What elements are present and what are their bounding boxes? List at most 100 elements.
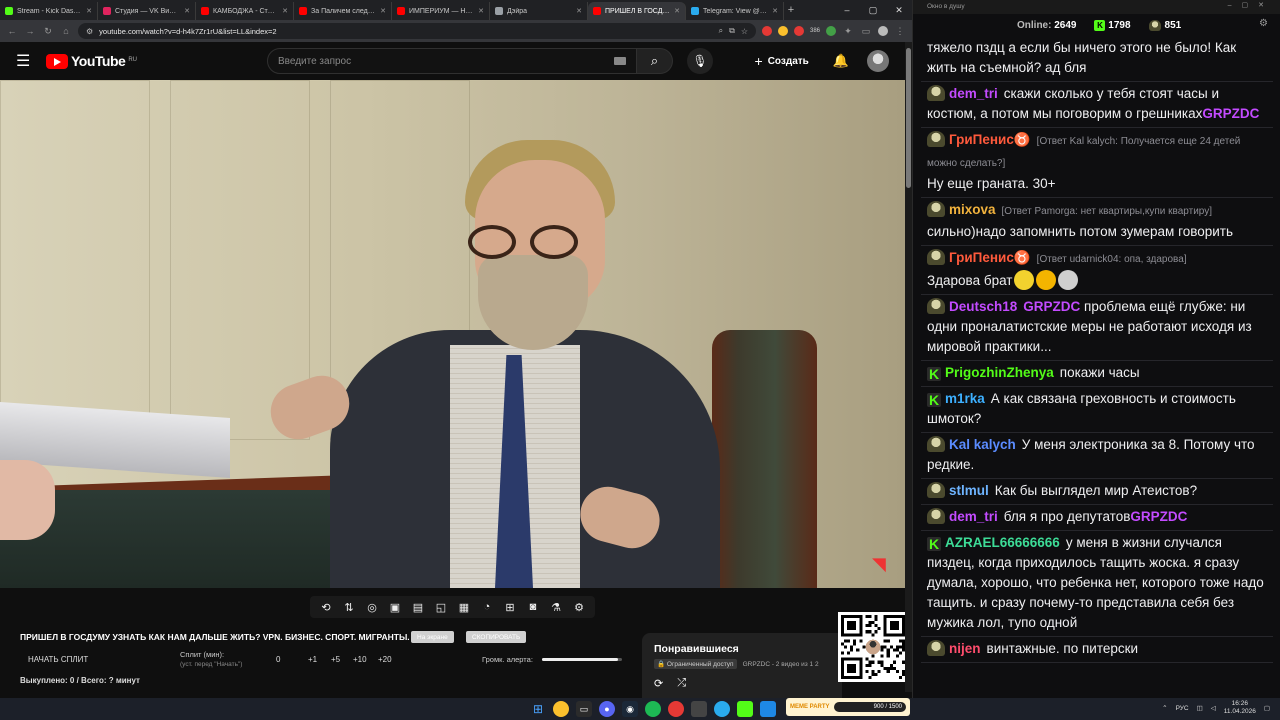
speed-gauge-icon[interactable]: ◔: [479, 601, 495, 613]
resize-icon[interactable]: ◱: [433, 601, 449, 614]
chat-username[interactable]: Kal kalych: [949, 437, 1016, 452]
home-icon[interactable]: ⌂: [60, 26, 72, 36]
chat-username[interactable]: m1rka: [945, 391, 985, 406]
new-tab-icon[interactable]: +: [784, 4, 798, 16]
watch-icon[interactable]: ▣: [387, 601, 403, 614]
browser-tab[interactable]: Telegram: View @dvorc ✕: [686, 2, 784, 20]
chat-username[interactable]: AZRAEL66666666: [945, 535, 1060, 550]
profile-icon[interactable]: [878, 26, 888, 36]
address-bar[interactable]: ⚙ youtube.com/watch?v=d-h4k7Zr1rU&list=L…: [78, 23, 756, 39]
create-button[interactable]: + Создать: [747, 48, 817, 74]
tab-close-icon[interactable]: ✕: [576, 7, 582, 15]
menu-dots-icon[interactable]: ⋮: [894, 26, 906, 37]
chat-username[interactable]: Deutsch18: [949, 299, 1017, 314]
shuffle-icon[interactable]: ⤮: [677, 677, 686, 690]
minimize-icon[interactable]: –: [834, 5, 860, 16]
bookmark-star-icon[interactable]: ☆: [741, 27, 748, 36]
search-input[interactable]: [277, 55, 614, 67]
telegram-icon[interactable]: [714, 701, 730, 717]
browser-tab[interactable]: Студия — VK Видео Live✕: [98, 2, 196, 20]
browser-tab[interactable]: Дэйра ✕: [490, 2, 588, 20]
copy-button[interactable]: СКОПИРОВАТЬ: [466, 631, 527, 643]
steam-icon[interactable]: ◉: [622, 701, 638, 717]
browser-tab[interactable]: ИМПЕРИУМ — НЕ РОЯЛЬ ✕: [392, 2, 490, 20]
browser-tab[interactable]: Stream - Kick Dashboard ✕: [0, 2, 98, 20]
keyboard-icon[interactable]: [613, 57, 626, 65]
extensions-puzzle-icon[interactable]: ✦: [842, 26, 854, 37]
kick-app-icon[interactable]: [737, 701, 753, 717]
tab-close-icon[interactable]: ✕: [478, 7, 484, 15]
chat-username[interactable]: dem_tri: [949, 509, 998, 524]
sort-icon[interactable]: ⇅: [341, 601, 357, 614]
tray-expand-icon[interactable]: ⌃: [1162, 704, 1167, 712]
browser-tab[interactable]: КАМБОДЖА - Столица ✕: [196, 2, 294, 20]
browser-tab[interactable]: ПРИШЕЛ В ГОСДУМУ ✕: [588, 2, 686, 20]
chat-settings-gear-icon[interactable]: ⚙: [1259, 18, 1268, 29]
language-indicator[interactable]: РУС: [1176, 705, 1189, 712]
back-icon[interactable]: ←: [6, 26, 18, 36]
url-text[interactable]: youtube.com/watch?v=d-h4k7Zr1rU&list=LL&…: [99, 27, 712, 36]
split-add-20[interactable]: +20: [378, 655, 392, 664]
menu-icon[interactable]: ☰: [16, 51, 36, 71]
on-screen-button[interactable]: На экране: [411, 631, 454, 643]
settings-gear-icon[interactable]: ⚙: [571, 601, 587, 614]
reload-icon[interactable]: ↻: [42, 26, 54, 37]
site-info-icon[interactable]: ⚙: [86, 27, 93, 36]
chat-username[interactable]: dem_tri: [949, 86, 998, 101]
camera-icon[interactable]: ◙: [525, 601, 541, 613]
tab-close-icon[interactable]: ✕: [86, 7, 92, 15]
avatar[interactable]: [867, 50, 889, 72]
tab-close-icon[interactable]: ✕: [282, 7, 288, 15]
file-explorer-icon[interactable]: ▭: [576, 701, 592, 717]
split-add-5[interactable]: +5: [331, 655, 340, 664]
page-scrollbar[interactable]: [905, 42, 912, 692]
loop-playlist-icon[interactable]: ⟳: [654, 677, 663, 690]
extension-icon[interactable]: [826, 26, 836, 36]
flask-icon[interactable]: ⚗: [548, 601, 564, 614]
extension-icon[interactable]: [777, 26, 788, 36]
maximize-icon[interactable]: ▢: [860, 5, 886, 16]
sidebar-icon[interactable]: ▭: [860, 26, 872, 37]
forward-icon[interactable]: →: [24, 26, 36, 36]
youtube-logo[interactable]: YouTube RU: [46, 53, 137, 69]
split-add-10[interactable]: +10: [353, 655, 367, 664]
chat-username[interactable]: ГриПенис♉: [949, 250, 1031, 265]
voice-search-button[interactable]: 🎙: [686, 48, 713, 74]
split-add-1[interactable]: +1: [308, 655, 317, 664]
search-button[interactable]: ⌕: [636, 48, 673, 74]
chat-username[interactable]: mixova: [949, 202, 996, 217]
chat-username[interactable]: nijen: [949, 641, 981, 656]
chrome-icon[interactable]: [553, 701, 569, 717]
extension-icon[interactable]: [761, 26, 772, 36]
chat-username[interactable]: stlmul: [949, 483, 989, 498]
notifications-icon[interactable]: ▢: [1264, 704, 1270, 712]
tab-close-icon[interactable]: ✕: [772, 7, 778, 15]
video-player[interactable]: ◥: [0, 80, 905, 588]
extension-icon[interactable]: [793, 26, 804, 36]
alert-volume-slider[interactable]: [542, 658, 622, 661]
clapperboard-icon[interactable]: ▤: [410, 601, 426, 614]
split-value-0[interactable]: 0: [276, 655, 280, 664]
tab-close-icon[interactable]: ✕: [380, 7, 386, 15]
obs-icon[interactable]: [691, 701, 707, 717]
tab-close-icon[interactable]: ✕: [674, 7, 680, 15]
broadcast-icon[interactable]: ◎: [364, 601, 380, 614]
playlist-title[interactable]: Понравившиеся: [654, 643, 830, 655]
tab-close-icon[interactable]: ✕: [184, 7, 190, 15]
install-icon[interactable]: ⧉: [729, 26, 735, 36]
chat-username[interactable]: PrigozhinZhenya: [945, 365, 1054, 380]
clock[interactable]: 16:26 11.04.2026: [1224, 700, 1256, 716]
subtitles-icon[interactable]: ▦: [456, 601, 472, 614]
window-controls[interactable]: –▢✕: [1228, 1, 1274, 9]
start-split-button[interactable]: НАЧАТЬ СПЛИТ: [28, 655, 88, 664]
add-clip-icon[interactable]: ⊞: [502, 601, 518, 614]
spotify-icon[interactable]: [645, 701, 661, 717]
app-icon[interactable]: [668, 701, 684, 717]
zoom-icon[interactable]: ⌕: [719, 26, 723, 36]
app-icon[interactable]: [760, 701, 776, 717]
notifications-bell-icon[interactable]: 🔔: [833, 53, 849, 69]
chat-message-list[interactable]: тяжело пздц а если бы ничего этого не бы…: [921, 36, 1273, 688]
discord-icon[interactable]: ●: [599, 701, 615, 717]
volume-icon[interactable]: ◁: [1211, 704, 1216, 712]
chat-username[interactable]: ГриПенис♉: [949, 132, 1031, 147]
